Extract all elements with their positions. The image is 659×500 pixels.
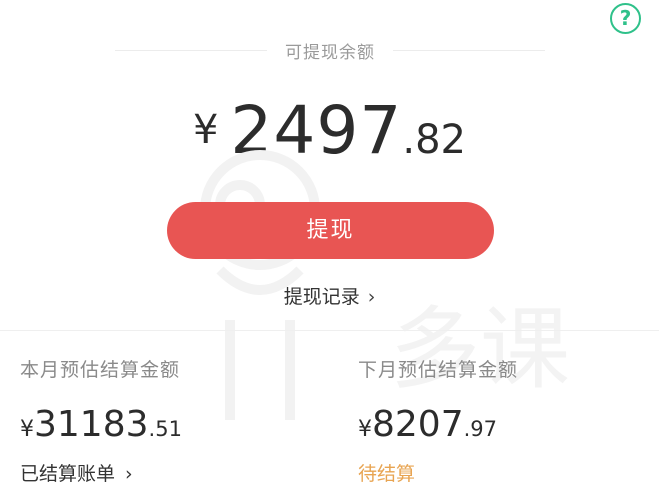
- next-month-amount: ¥8207.97: [358, 404, 658, 445]
- header-divider-right: [393, 49, 545, 51]
- this-month-estimate: 本月预估结算金额 ¥31183.51 已结算账单 ›: [20, 355, 320, 486]
- next-month-currency: ¥: [358, 417, 372, 442]
- balance-integer: 2497: [230, 92, 403, 169]
- balance-currency: ¥: [192, 107, 219, 153]
- next-month-decimal: .97: [463, 417, 498, 441]
- pending-settlement-status: 待结算: [358, 463, 416, 485]
- this-month-integer: 31183: [34, 404, 149, 445]
- settled-bills-link[interactable]: 已结算账单 ›: [20, 459, 320, 486]
- withdrawable-balance: ¥2497.82: [0, 92, 659, 169]
- balance-title: 可提现余额: [285, 42, 375, 63]
- balance-header: 可提现余额: [115, 37, 545, 63]
- withdraw-button[interactable]: 提现: [167, 202, 494, 259]
- next-month-estimate: 下月预估结算金额 ¥8207.97 待结算: [358, 355, 658, 486]
- this-month-decimal: .51: [148, 417, 182, 441]
- section-divider: [0, 330, 659, 331]
- balance-decimal: .82: [402, 117, 467, 163]
- this-month-amount: ¥31183.51: [20, 404, 320, 445]
- chevron-right-icon: ›: [125, 463, 133, 485]
- header-divider-left: [115, 49, 267, 51]
- chevron-right-icon: ›: [367, 286, 376, 308]
- this-month-label: 本月预估结算金额: [20, 359, 181, 381]
- settled-bills-label: 已结算账单: [20, 463, 116, 485]
- help-icon[interactable]: ?: [610, 3, 641, 34]
- this-month-currency: ¥: [20, 417, 34, 442]
- next-month-label: 下月预估结算金额: [358, 359, 519, 381]
- withdraw-record-label: 提现记录: [283, 286, 360, 308]
- withdraw-record-link[interactable]: 提现记录 ›: [0, 282, 659, 309]
- next-month-integer: 8207: [372, 404, 464, 445]
